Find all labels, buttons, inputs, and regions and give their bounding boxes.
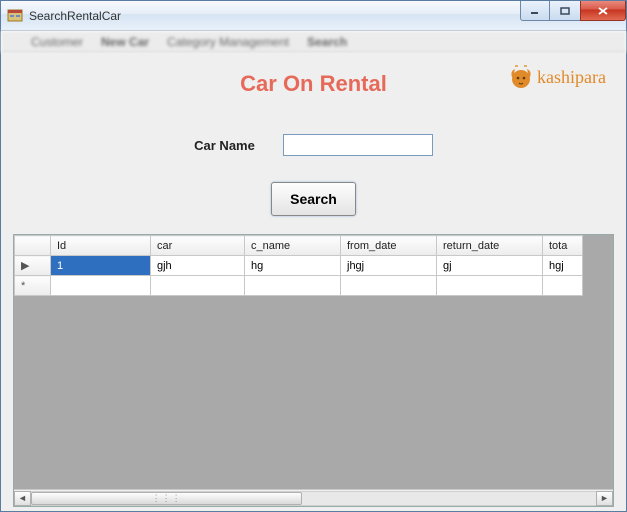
cell-return[interactable]: gj: [437, 256, 543, 276]
bg-menu-item: Category Management: [167, 35, 289, 49]
col-header-total[interactable]: tota: [543, 236, 583, 256]
minimize-button[interactable]: [520, 1, 550, 21]
search-button[interactable]: Search: [271, 182, 356, 216]
background-menubar: Customer New Car Category Management Sea…: [1, 31, 626, 53]
maximize-button[interactable]: [550, 1, 580, 21]
row-header-corner: [15, 236, 51, 256]
cell-empty[interactable]: [245, 276, 341, 296]
scroll-track[interactable]: ⋮⋮⋮: [31, 491, 596, 506]
cell-car[interactable]: gjh: [151, 256, 245, 276]
row-indicator-current: ▶: [15, 256, 51, 276]
scroll-left-arrow-icon[interactable]: ◄: [14, 491, 31, 506]
data-table[interactable]: Id car c_name from_date return_date tota…: [14, 235, 583, 296]
header-row: Car On Rental kashipara: [13, 65, 614, 120]
col-header-id[interactable]: Id: [51, 236, 151, 256]
col-header-car[interactable]: car: [151, 236, 245, 256]
app-icon: [7, 8, 23, 24]
header-row: Id car c_name from_date return_date tota: [15, 236, 583, 256]
cell-from[interactable]: jhgj: [341, 256, 437, 276]
cell-empty[interactable]: [151, 276, 245, 296]
car-name-input[interactable]: [283, 134, 433, 156]
bg-menu-item: Customer: [31, 35, 83, 49]
scroll-thumb[interactable]: ⋮⋮⋮: [31, 492, 302, 505]
brand-text: kashipara: [537, 67, 606, 88]
app-window: SearchRentalCar Customer New Car Categor…: [0, 0, 627, 512]
horizontal-scrollbar[interactable]: ◄ ⋮⋮⋮ ►: [14, 489, 613, 506]
cell-empty[interactable]: [341, 276, 437, 296]
table-row[interactable]: ▶ 1 gjh hg jhgj gj hgj: [15, 256, 583, 276]
cell-cname[interactable]: hg: [245, 256, 341, 276]
cell-empty[interactable]: [543, 276, 583, 296]
car-name-label: Car Name: [194, 138, 255, 153]
brand-logo: kashipara: [507, 63, 606, 91]
titlebar[interactable]: SearchRentalCar: [1, 1, 626, 31]
cell-empty[interactable]: [437, 276, 543, 296]
grid-viewport[interactable]: Id car c_name from_date return_date tota…: [14, 235, 613, 489]
close-button[interactable]: [580, 1, 626, 21]
scroll-right-arrow-icon[interactable]: ►: [596, 491, 613, 506]
page-title: Car On Rental: [240, 71, 387, 97]
client-area: Car On Rental kashipara: [1, 53, 626, 511]
search-button-row: Search: [13, 182, 614, 216]
cell-empty[interactable]: [51, 276, 151, 296]
cell-id[interactable]: 1: [51, 256, 151, 276]
bg-menu-item: Search: [307, 35, 347, 49]
window-controls: [520, 1, 626, 21]
window-title: SearchRentalCar: [29, 9, 121, 23]
lion-icon: [507, 63, 535, 91]
bg-menu-item: New Car: [101, 35, 149, 49]
col-header-return[interactable]: return_date: [437, 236, 543, 256]
table-row-new[interactable]: *: [15, 276, 583, 296]
col-header-from[interactable]: from_date: [341, 236, 437, 256]
cell-total[interactable]: hgj: [543, 256, 583, 276]
results-grid: Id car c_name from_date return_date tota…: [13, 234, 614, 507]
row-indicator-new: *: [15, 276, 51, 296]
col-header-cname[interactable]: c_name: [245, 236, 341, 256]
search-form-row: Car Name: [13, 130, 614, 160]
